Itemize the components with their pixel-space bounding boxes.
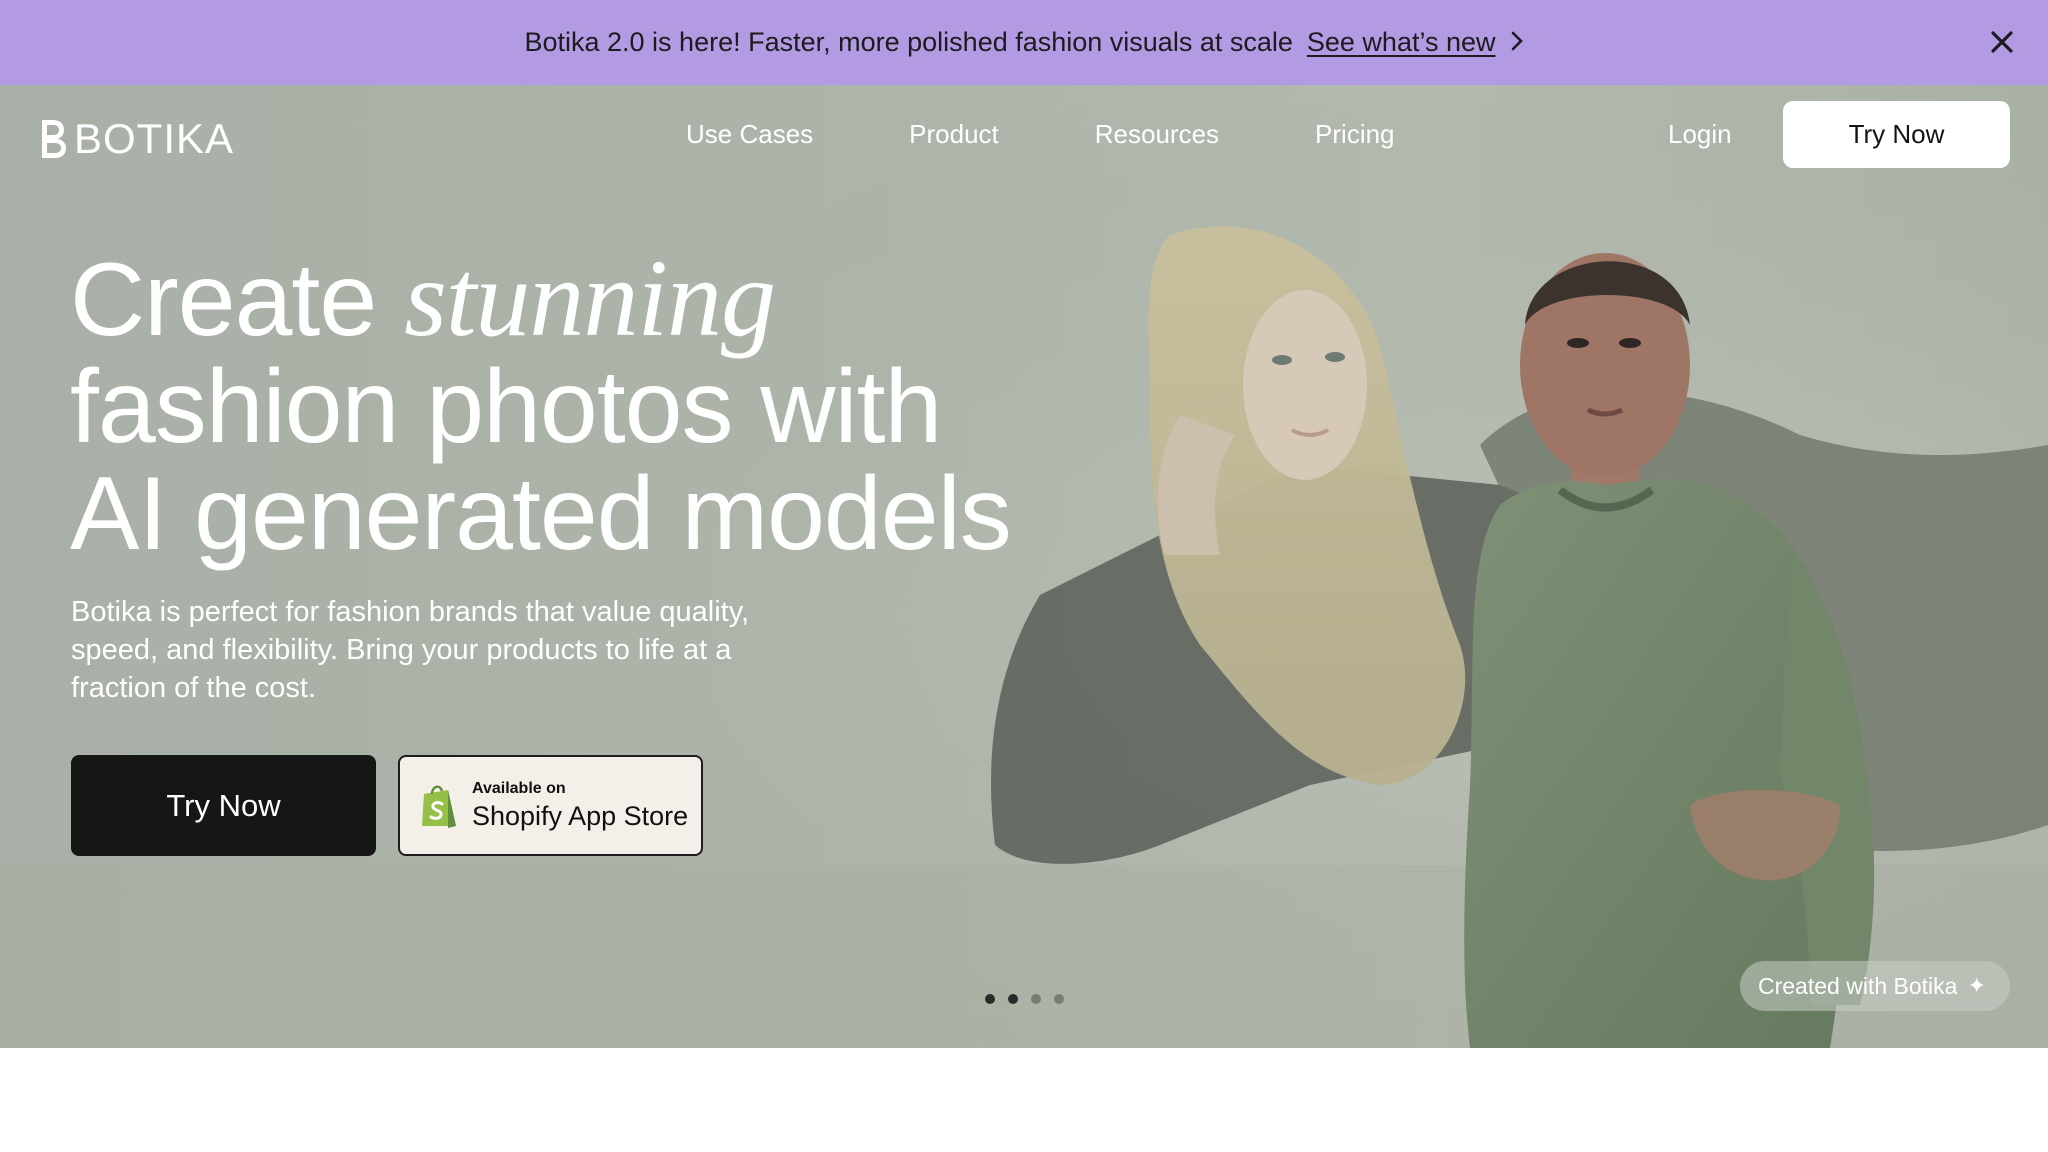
botika-logo[interactable]: BOTIKA	[38, 115, 234, 163]
carousel-dots	[985, 994, 1064, 1004]
sparkle-icon: ✦	[1967, 973, 1986, 998]
nav-links: Use Cases Product Resources Pricing	[686, 119, 1395, 150]
nav-link-resources[interactable]: Resources	[1095, 119, 1219, 150]
created-with-botika-badge: Created with Botika ✦	[1740, 961, 2010, 1011]
carousel-dot[interactable]	[1008, 994, 1018, 1004]
shopify-available-on: Available on	[472, 779, 566, 797]
shopify-label: Available on Shopify App Store	[472, 780, 688, 832]
chevron-right-icon[interactable]	[1510, 27, 1524, 59]
nav-link-product[interactable]: Product	[909, 119, 999, 150]
hero-headline: Create stunning fashion photos with AI g…	[70, 237, 1012, 568]
see-whats-new-link[interactable]: See what’s new	[1307, 27, 1496, 58]
hero-try-now-button[interactable]: Try Now	[71, 755, 376, 856]
nav-link-pricing[interactable]: Pricing	[1315, 119, 1394, 150]
headline-italic-word: stunning	[404, 237, 776, 359]
shopify-bag-icon	[422, 785, 456, 828]
headline-line1: Create stunning	[70, 237, 776, 359]
hero-subheading: Botika is perfect for fashion brands tha…	[71, 596, 750, 704]
botika-logo-icon	[42, 120, 66, 158]
headline-line3: AI generated models	[70, 456, 1012, 572]
shopify-app-store-button[interactable]: Available on Shopify App Store	[398, 755, 703, 856]
close-icon[interactable]	[1982, 22, 2022, 62]
created-badge-label: Created with Botika	[1758, 972, 1958, 999]
nav-try-now-button[interactable]: Try Now	[1783, 101, 2010, 168]
headline-line2: fashion photos with	[70, 349, 942, 465]
hero-section: BOTIKA Use Cases Product Resources Prici…	[0, 85, 2048, 1048]
carousel-dot[interactable]	[1031, 994, 1041, 1004]
login-link[interactable]: Login	[1668, 119, 1732, 150]
banner-text: Botika 2.0 is here! Faster, more polishe…	[524, 27, 1293, 57]
carousel-dot[interactable]	[985, 994, 995, 1004]
shopify-app-store-text: Shopify App Store	[472, 800, 689, 831]
nav-link-use-cases[interactable]: Use Cases	[686, 119, 813, 150]
logo-text: BOTIKA	[74, 115, 235, 162]
announcement-banner: Botika 2.0 is here! Faster, more polishe…	[0, 0, 2048, 85]
top-navigation: BOTIKA Use Cases Product Resources Prici…	[0, 85, 2048, 182]
carousel-dot[interactable]	[1054, 994, 1064, 1004]
